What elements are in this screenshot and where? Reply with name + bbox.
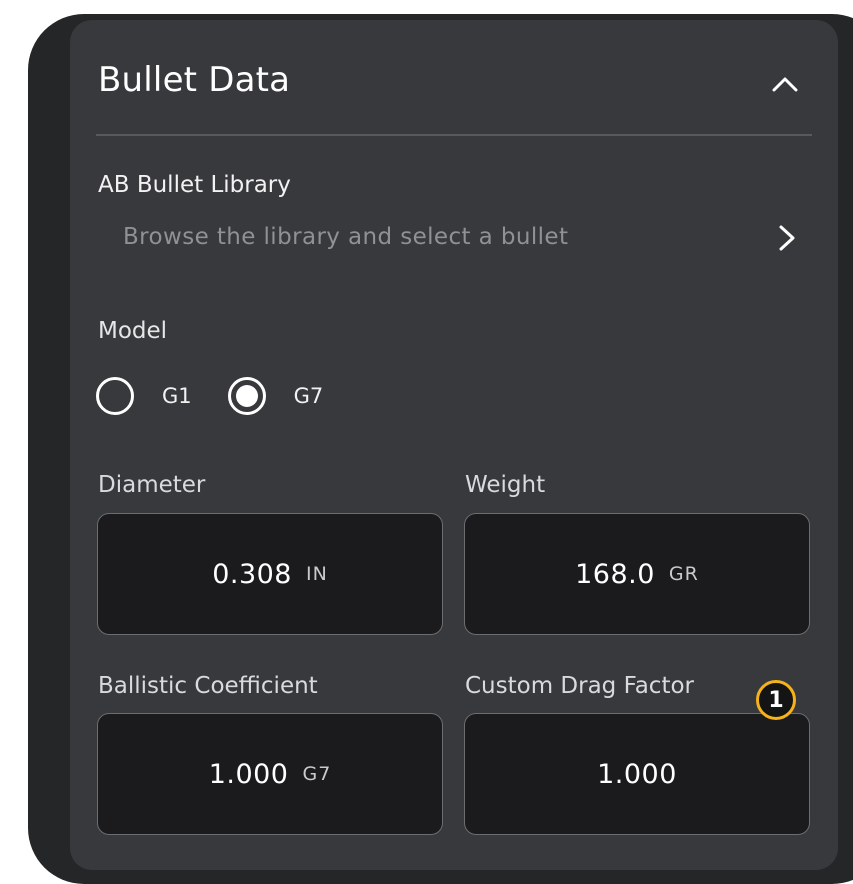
custom-drag-factor-value: 1.000: [597, 758, 677, 790]
radio-g7[interactable]: G7: [227, 377, 324, 415]
bullet-library-row[interactable]: AB Bullet Library Browse the library and…: [96, 166, 812, 262]
ballistic-coefficient-label: Ballistic Coefficient: [98, 673, 318, 699]
custom-drag-factor-field[interactable]: 1.000: [464, 713, 810, 835]
library-subtitle: Browse the library and select a bullet: [123, 224, 569, 250]
diameter-field[interactable]: 0.308 IN: [97, 513, 443, 635]
radio-g7-selected-icon: [227, 377, 266, 415]
weight-field[interactable]: 168.0 GR: [464, 513, 810, 635]
model-label: Model: [98, 318, 168, 344]
header-divider: [96, 134, 812, 136]
panel-title: Bullet Data: [98, 60, 291, 100]
diameter-value: 0.308: [212, 558, 292, 590]
radio-g1-unselected-icon: [96, 377, 134, 415]
ballistic-coefficient-unit: G7: [302, 763, 332, 785]
ballistic-coefficient-value: 1.000: [208, 758, 289, 790]
radio-g1-label: G1: [162, 384, 192, 408]
radio-selected-dot: [235, 385, 258, 407]
ballistic-coefficient-field[interactable]: 1.000 G7: [97, 713, 443, 835]
weight-unit: GR: [668, 563, 699, 585]
chevron-right-icon: [772, 222, 802, 254]
weight-label: Weight: [465, 472, 546, 498]
weight-value: 168.0: [575, 558, 655, 590]
diameter-label: Diameter: [98, 472, 206, 498]
model-radio-group: G1 G7: [96, 374, 359, 418]
library-title: AB Bullet Library: [98, 172, 291, 198]
custom-drag-factor-label: Custom Drag Factor: [465, 673, 695, 699]
chevron-up-icon: [772, 76, 798, 96]
radio-g7-label: G7: [293, 384, 324, 408]
radio-g1[interactable]: G1: [96, 377, 192, 415]
collapse-button[interactable]: [760, 64, 810, 108]
diameter-unit: IN: [305, 563, 328, 585]
annotation-badge: 1: [756, 680, 796, 720]
